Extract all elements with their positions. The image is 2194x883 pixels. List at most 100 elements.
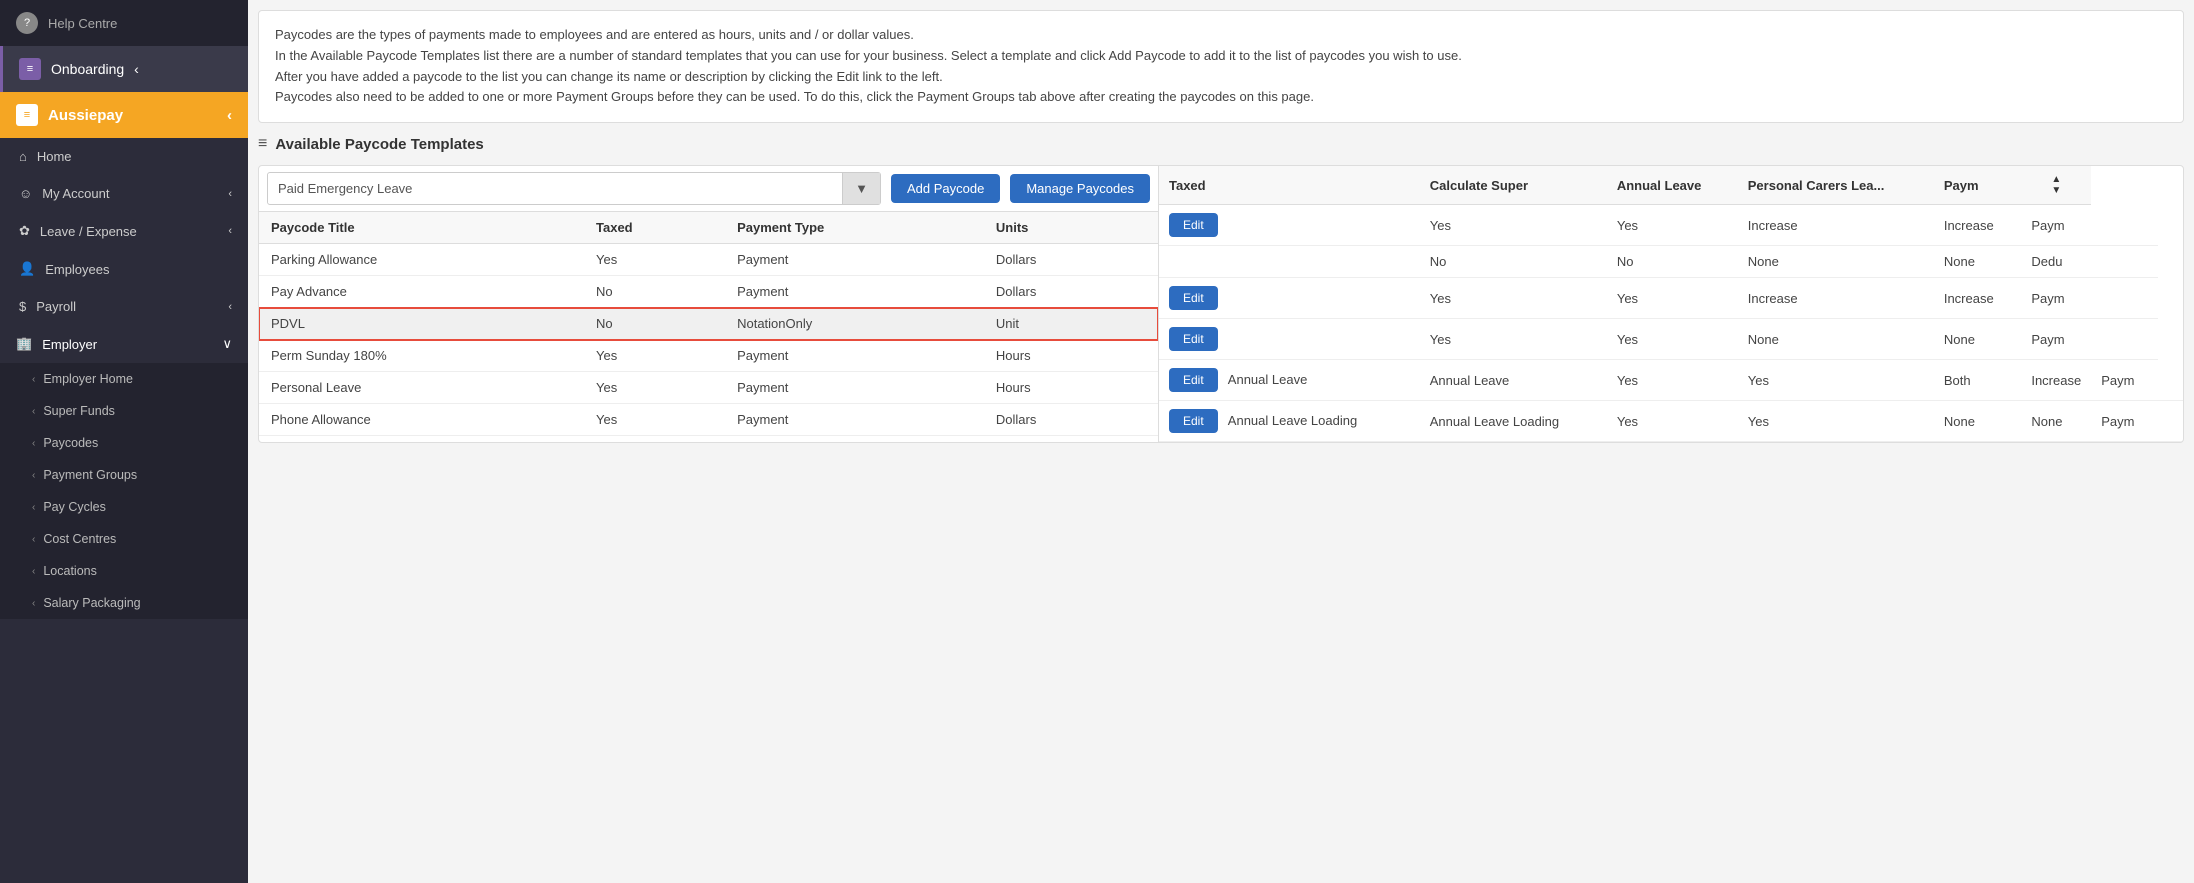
right-panel: Taxed Calculate Super Annual Leave Perso… bbox=[1159, 166, 2183, 442]
cost-centres-label: Cost Centres bbox=[43, 532, 116, 546]
arrow-icon: ‹ bbox=[32, 406, 35, 417]
taxed-cell: No bbox=[584, 308, 725, 340]
taxed-cell: Yes bbox=[584, 404, 725, 436]
right-calc-super-cell: Yes bbox=[1738, 360, 1934, 401]
right-annual-leave-cell: None bbox=[1738, 319, 1934, 360]
sidebar-item-employees[interactable]: 👤 Employees bbox=[0, 250, 248, 288]
sidebar-item-onboarding[interactable]: ≡ Onboarding ‹ bbox=[0, 46, 248, 92]
add-paycode-button[interactable]: Add Paycode bbox=[891, 174, 1000, 203]
info-box: Paycodes are the types of payments made … bbox=[258, 10, 2184, 123]
paycodes-label: Paycodes bbox=[43, 436, 98, 450]
sidebar-item-super-funds[interactable]: ‹ Super Funds bbox=[0, 395, 248, 427]
table-row[interactable]: Personal Leave Yes Payment Hours bbox=[259, 372, 1158, 404]
sidebar-item-employer[interactable]: 🏢 Employer ∨ bbox=[0, 325, 248, 363]
arrow-icon: ‹ bbox=[32, 598, 35, 609]
edit-cell: Edit bbox=[1159, 278, 1420, 319]
sidebar-item-paycodes[interactable]: ‹ Paycodes bbox=[0, 427, 248, 459]
paycode-title-cell: Perm Sunday 180% bbox=[259, 340, 584, 372]
payment-type-cell: NotationOnly bbox=[725, 308, 984, 340]
right-personal-carers-cell: None bbox=[2021, 401, 2091, 442]
content-area: Paycodes are the types of payments made … bbox=[248, 0, 2194, 883]
right-taxed-cell: Yes bbox=[1420, 278, 1607, 319]
edit-button[interactable]: Edit bbox=[1169, 286, 1218, 310]
sidebar-item-employer-home[interactable]: ‹ Employer Home bbox=[0, 363, 248, 395]
sidebar-item-pay-cycles[interactable]: ‹ Pay Cycles bbox=[0, 491, 248, 523]
table-row[interactable]: Perm Sunday 180% Yes Payment Hours bbox=[259, 340, 1158, 372]
two-panel: Paid Emergency Leave ▼ Add Paycode Manag… bbox=[258, 165, 2184, 443]
edit-button[interactable]: Edit bbox=[1169, 368, 1218, 392]
section-header: ≡ Available Paycode Templates bbox=[258, 135, 2184, 153]
onboarding-label: Onboarding bbox=[51, 61, 124, 77]
sidebar-item-payment-groups[interactable]: ‹ Payment Groups bbox=[0, 459, 248, 491]
taxed-cell: Yes bbox=[584, 244, 725, 276]
sidebar-help[interactable]: ? Help Centre bbox=[0, 0, 248, 46]
taxed-cell: Yes bbox=[584, 372, 725, 404]
scroll-cell bbox=[1134, 404, 1158, 436]
right-annual-leave-cell: None bbox=[1738, 246, 1934, 278]
right-col-taxed: Taxed bbox=[1159, 166, 1420, 205]
locations-label: Locations bbox=[43, 564, 97, 578]
right-col-annual-leave: Annual Leave bbox=[1607, 166, 1738, 205]
right-col-personal-carers: Personal Carers Lea... bbox=[1738, 166, 1934, 205]
info-line4: Paycodes also need to be added to one or… bbox=[275, 87, 2167, 108]
right-calc-super-cell: Yes bbox=[1607, 319, 1738, 360]
right-paym-cell: Paym bbox=[2021, 205, 2091, 246]
right-col-paym: Paym bbox=[1934, 166, 2022, 205]
table-row: Edit Annual Leave Loading Annual Leave L… bbox=[1159, 401, 2183, 442]
right-scroll-cell bbox=[2091, 205, 2158, 246]
building-icon: 🏢 bbox=[16, 336, 32, 352]
sidebar-item-aussiepay[interactable]: ≡ Aussiepay ‹ bbox=[0, 92, 248, 138]
paycode-title-cell: Parking Allowance bbox=[259, 244, 584, 276]
arrow-icon: ‹ bbox=[32, 470, 35, 481]
edit-cell: Edit bbox=[1159, 205, 1420, 246]
table-row[interactable]: Phone Allowance Yes Payment Dollars bbox=[259, 404, 1158, 436]
arrow-icon: ‹ bbox=[32, 502, 35, 513]
right-annual-leave-cell: Increase bbox=[1738, 278, 1934, 319]
sidebar-item-my-account[interactable]: ☺ My Account ‹ bbox=[0, 175, 248, 212]
sidebar-item-salary-packaging[interactable]: ‹ Salary Packaging bbox=[0, 587, 248, 619]
info-line1: Paycodes are the types of payments made … bbox=[275, 25, 2167, 46]
payment-type-cell: Payment bbox=[725, 244, 984, 276]
table-row[interactable]: Pay Advance No Payment Dollars bbox=[259, 276, 1158, 308]
desc-cell: Annual Leave Loading bbox=[1420, 401, 1607, 442]
scroll-down-icon[interactable]: ▼ bbox=[2051, 185, 2061, 196]
table-row[interactable]: PDVL No NotationOnly Unit bbox=[259, 308, 1158, 340]
edit-button[interactable]: Edit bbox=[1169, 327, 1218, 351]
onboarding-chevron-icon: ‹ bbox=[134, 61, 139, 77]
table-row: No No None None Dedu bbox=[1159, 246, 2183, 278]
payroll-chevron-icon: ‹ bbox=[228, 301, 232, 313]
scroll-up-icon[interactable]: ▲ bbox=[2051, 174, 2061, 185]
right-paym-cell: Paym bbox=[2091, 360, 2158, 401]
home-icon: ⌂ bbox=[19, 149, 27, 164]
sidebar-item-locations[interactable]: ‹ Locations bbox=[0, 555, 248, 587]
payment-type-cell: Payment bbox=[725, 340, 984, 372]
col-units: Units bbox=[984, 212, 1134, 244]
sidebar-item-leave-expense[interactable]: ✿ Leave / Expense ‹ bbox=[0, 212, 248, 250]
right-annual-leave-cell: None bbox=[1934, 401, 2022, 442]
edit-button[interactable]: Edit bbox=[1169, 213, 1218, 237]
sidebar-item-home[interactable]: ⌂ Home bbox=[0, 138, 248, 175]
dropdown-arrow-icon[interactable]: ▼ bbox=[842, 173, 880, 204]
right-annual-leave-cell: Both bbox=[1934, 360, 2022, 401]
sidebar-item-cost-centres[interactable]: ‹ Cost Centres bbox=[0, 523, 248, 555]
right-col-calc-super: Calculate Super bbox=[1420, 166, 1607, 205]
right-personal-carers-cell: None bbox=[1934, 246, 2022, 278]
right-scroll-cell bbox=[2091, 246, 2158, 278]
table-row: Edit Yes Yes Increase Increase Paym bbox=[1159, 278, 2183, 319]
table-row[interactable]: Parking Allowance Yes Payment Dollars bbox=[259, 244, 1158, 276]
paycode-detail-table: Taxed Calculate Super Annual Leave Perso… bbox=[1159, 166, 2183, 442]
col-paycode-title: Paycode Title bbox=[259, 212, 584, 244]
right-annual-leave-cell: Increase bbox=[1738, 205, 1934, 246]
arrow-icon: ‹ bbox=[32, 374, 35, 385]
edit-label-cell: Edit Annual Leave Loading bbox=[1159, 401, 1420, 442]
manage-paycodes-button[interactable]: Manage Paycodes bbox=[1010, 174, 1150, 203]
paycode-dropdown-value[interactable]: Paid Emergency Leave bbox=[268, 174, 842, 203]
scroll-cell bbox=[1134, 340, 1158, 372]
sidebar-item-payroll[interactable]: $ Payroll ‹ bbox=[0, 288, 248, 325]
sidebar: ? Help Centre ≡ Onboarding ‹ ≡ Aussiepay… bbox=[0, 0, 248, 883]
aussiepay-chevron-icon: ‹ bbox=[227, 107, 232, 124]
edit-button[interactable]: Edit bbox=[1169, 409, 1218, 433]
taxed-cell: Yes bbox=[584, 340, 725, 372]
table-row: Edit Yes Yes Increase Increase Paym bbox=[1159, 205, 2183, 246]
arrow-icon: ‹ bbox=[32, 566, 35, 577]
